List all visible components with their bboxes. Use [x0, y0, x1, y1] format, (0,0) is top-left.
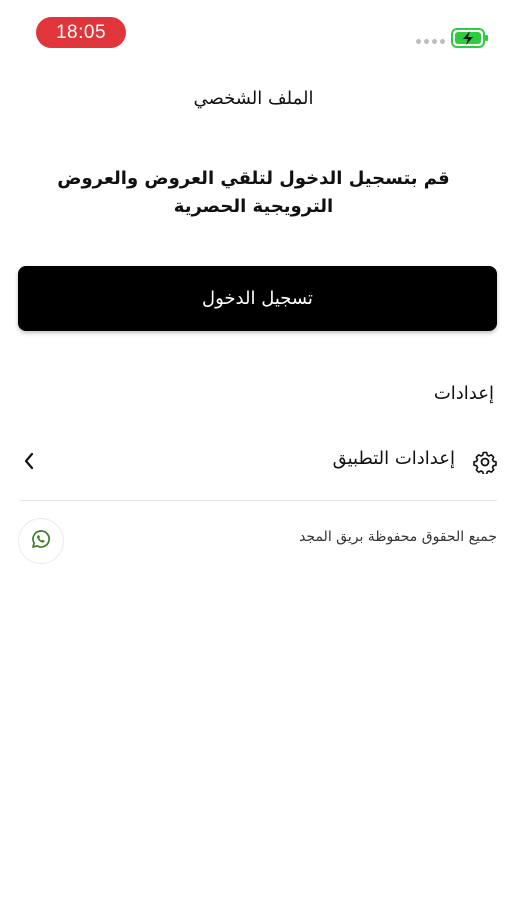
whatsapp-icon: [31, 529, 51, 553]
copyright-text: جميع الحقوق محفوظة بريق المجد: [299, 529, 497, 545]
chevron-left-icon: [22, 451, 36, 475]
whatsapp-button[interactable]: [18, 518, 64, 564]
login-button[interactable]: تسجيل الدخول: [18, 266, 497, 331]
app-settings-label: إعدادات التطبيق: [332, 448, 455, 469]
battery-charging-icon: [451, 28, 489, 52]
gear-icon: [473, 450, 497, 478]
login-prompt-text: قم بتسجيل الدخول لتلقي العروض والعروض ال…: [57, 168, 450, 217]
settings-section-title: إعدادات: [433, 383, 494, 404]
status-bar: 18:05: [0, 0, 507, 62]
app-settings-row[interactable]: إعدادات التطبيق: [18, 438, 497, 486]
divider: [20, 500, 497, 501]
signal-dots-icon: [416, 39, 445, 44]
page-title: الملف الشخصي: [193, 88, 314, 109]
status-time: 18:05: [36, 17, 126, 48]
